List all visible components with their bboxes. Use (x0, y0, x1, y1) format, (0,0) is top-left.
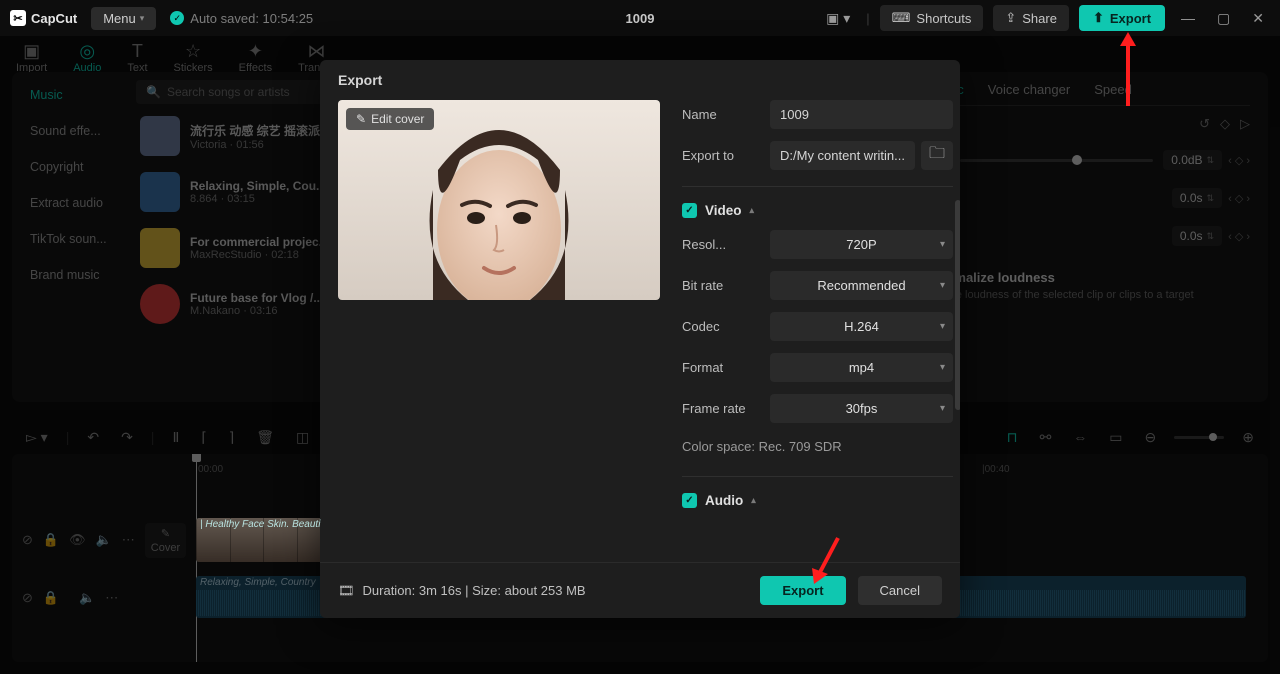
check-icon: ✓ (170, 11, 184, 25)
bitrate-label: Bit rate (682, 278, 758, 293)
autosave-status: ✓ Auto saved: 10:54:25 (170, 11, 313, 26)
export-path-input[interactable]: D:/My content writin... (770, 141, 915, 170)
edit-cover-button[interactable]: ✎ Edit cover (346, 108, 434, 130)
chevron-up-icon: ▴ (750, 205, 755, 216)
cover-preview: ✎ Edit cover (338, 100, 660, 300)
export-icon: ⬆ (1093, 10, 1104, 26)
export-button-top[interactable]: ⬆ Export (1079, 5, 1165, 31)
pencil-icon: ✎ (356, 112, 366, 126)
app-name: CapCut (31, 11, 77, 26)
menu-button[interactable]: Menu ▾ (91, 7, 156, 30)
color-space-text: Color space: Rec. 709 SDR (682, 439, 953, 454)
name-input[interactable]: 1009 (770, 100, 953, 129)
layout-icon[interactable]: ▣ ▾ (820, 10, 856, 27)
video-checkbox[interactable]: ✓ (682, 203, 697, 218)
folder-icon: 🗀 (929, 142, 945, 169)
codec-label: Codec (682, 319, 758, 334)
resolution-label: Resol... (682, 237, 758, 252)
framerate-dropdown[interactable]: 30fps▾ (770, 394, 953, 423)
audio-section-header[interactable]: ✓ Audio ▴ (682, 493, 953, 508)
framerate-label: Frame rate (682, 401, 758, 416)
export-confirm-button[interactable]: Export (760, 576, 845, 605)
chevron-up-icon: ▴ (751, 495, 756, 506)
video-section-header[interactable]: ✓ Video ▴ (682, 203, 953, 218)
chevron-down-icon: ▾ (940, 362, 945, 373)
project-title: 1009 (626, 11, 655, 26)
chevron-down-icon: ▾ (940, 321, 945, 332)
keyboard-icon: ⌨ (892, 10, 911, 26)
logo-icon: ✂ (10, 10, 26, 26)
chevron-down-icon: ▾ (940, 280, 945, 291)
minimize-icon[interactable]: — (1175, 10, 1201, 26)
app-logo: ✂ CapCut (10, 10, 77, 26)
dialog-title: Export (320, 60, 960, 100)
chevron-down-icon: ▾ (940, 403, 945, 414)
export-to-label: Export to (682, 148, 758, 163)
share-icon: ⇪ (1005, 10, 1016, 26)
format-label: Format (682, 360, 758, 375)
face-illustration (338, 100, 660, 300)
format-dropdown[interactable]: mp4▾ (770, 353, 953, 382)
film-icon: 🎞 (338, 583, 355, 599)
bitrate-dropdown[interactable]: Recommended▾ (770, 271, 953, 300)
name-label: Name (682, 107, 758, 122)
cancel-button[interactable]: Cancel (858, 576, 942, 605)
share-button[interactable]: ⇪ Share (993, 5, 1069, 31)
top-bar: ✂ CapCut Menu ▾ ✓ Auto saved: 10:54:25 1… (0, 0, 1280, 36)
close-icon[interactable]: ✕ (1246, 10, 1270, 27)
resolution-dropdown[interactable]: 720P▾ (770, 230, 953, 259)
chevron-down-icon: ▾ (140, 13, 145, 24)
export-info: 🎞 Duration: 3m 16s | Size: about 253 MB (338, 583, 586, 599)
audio-checkbox[interactable]: ✓ (682, 493, 697, 508)
shortcuts-button[interactable]: ⌨ Shortcuts (880, 5, 984, 31)
codec-dropdown[interactable]: H.264▾ (770, 312, 953, 341)
chevron-down-icon: ▾ (940, 239, 945, 250)
browse-folder-button[interactable]: 🗀 (921, 141, 953, 170)
scrollbar[interactable] (955, 200, 960, 410)
export-dialog: Export (320, 60, 960, 618)
dialog-footer: 🎞 Duration: 3m 16s | Size: about 253 MB … (320, 562, 960, 618)
maximize-icon[interactable]: ▢ (1211, 10, 1236, 27)
